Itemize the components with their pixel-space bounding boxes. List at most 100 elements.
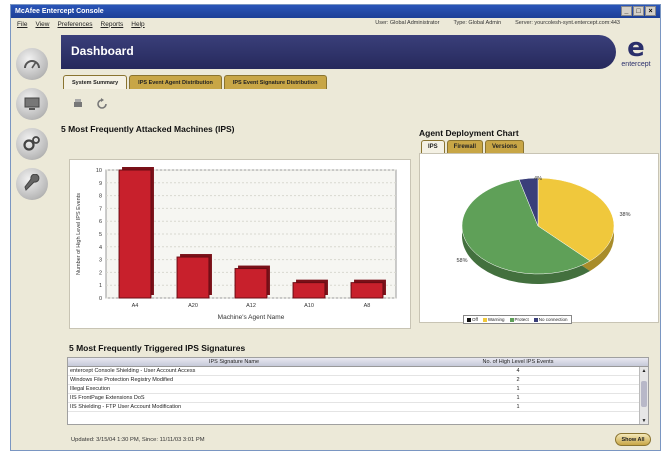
refresh-button[interactable] [95, 97, 109, 111]
menu-reports[interactable]: Reports [97, 21, 128, 28]
y-tick-label: 1 [99, 283, 102, 289]
attacked-machines-title: 5 Most Frequently Attacked Machines (IPS… [61, 124, 235, 134]
y-tick-label: 9 [99, 181, 102, 187]
menu-preferences[interactable]: Preferences [53, 21, 96, 28]
legend-off-swatch [467, 317, 471, 322]
table-row[interactable]: entercept Console Shielding - User Accou… [68, 367, 648, 376]
y-tick-label: 7 [99, 206, 102, 212]
table-row[interactable]: IIS Shielding - FTP User Account Modific… [68, 403, 648, 412]
signatures-title: 5 Most Frequently Triggered IPS Signatur… [69, 343, 246, 353]
y-tick-label: 2 [99, 270, 102, 276]
bar [292, 282, 326, 299]
y-tick-label: 5 [99, 232, 102, 238]
agent-pie-chart: 4% 38% 58% [419, 153, 659, 323]
agent-chart-tabs: IPS Firewall Versions [421, 140, 525, 153]
table-row[interactable]: IIS FrontPage Extensions DoS 1 [68, 394, 648, 403]
tab-ips[interactable]: IPS [421, 140, 445, 153]
y-tick-label: 3 [99, 258, 102, 264]
table-scrollbar[interactable]: ▲ ▼ [639, 367, 648, 424]
legend-no-connection-label: No connection [538, 317, 568, 322]
x-axis-label: Machine's Agent Name [218, 314, 285, 321]
gears-icon [23, 136, 40, 151]
bar-chart-svg: 0 1 2 3 4 5 6 7 8 9 10 A4 A20 A12 A10 A8 Machine's Agent… [76, 167, 397, 321]
left-navigation [11, 30, 55, 450]
table-row[interactable]: Illegal Execution 1 [68, 385, 648, 394]
toolbar [71, 97, 109, 111]
console-window: McAfee Entercept Console _ □ × File View… [10, 4, 661, 451]
x-tick-label: A12 [246, 303, 256, 309]
legend-warning-label: Warning [487, 317, 505, 322]
y-tick-label: 8 [99, 194, 102, 200]
close-button[interactable]: × [645, 6, 656, 16]
signature-name: entercept Console Shielding - User Accou… [70, 368, 196, 374]
entercept-logo: e entercept [611, 33, 660, 75]
y-tick-label: 4 [99, 245, 102, 251]
dashboard-tabs: System Summary IPS Event Agent Distribut… [63, 75, 327, 89]
legend-protect-label: Protect [514, 317, 529, 322]
signature-count: 2 [516, 377, 520, 383]
show-all-button[interactable]: Show All [615, 433, 651, 446]
bar [350, 282, 384, 299]
session-server: Server: yourcolesh-synt.entercept.com:44… [515, 20, 620, 26]
window-title: McAfee Entercept Console [15, 8, 104, 15]
pie-chart-svg: 4% 38% 58% [456, 176, 631, 284]
scroll-thumb[interactable] [641, 381, 647, 407]
table-header: IPS Signature Name No. of High Level IPS… [68, 358, 648, 367]
menu-help[interactable]: Help [127, 21, 148, 28]
logo-text: entercept [621, 61, 651, 68]
bar [118, 169, 152, 299]
menu-bar: File View Preferences Reports Help User:… [11, 18, 660, 30]
gauge-icon [24, 60, 40, 69]
print-button[interactable] [71, 97, 85, 111]
scroll-down-icon[interactable]: ▼ [641, 418, 647, 424]
pie-percent-label: 38% [619, 212, 630, 218]
y-axis-label: Number of High Level IPS Events [76, 193, 82, 275]
x-tick-label: A8 [364, 303, 371, 309]
attacked-machines-chart: 0 1 2 3 4 5 6 7 8 9 10 A4 A20 A12 A10 A8 Machine's Agent… [69, 159, 411, 329]
signature-count: 1 [516, 386, 520, 392]
page-title: Dashboard [71, 44, 134, 58]
y-tick-label: 10 [96, 168, 102, 174]
maximize-button[interactable]: □ [633, 6, 644, 16]
signature-name: IIS FrontPage Extensions DoS [70, 395, 145, 401]
x-tick-label: A10 [304, 303, 314, 309]
computer-icon [24, 97, 40, 110]
menu-file[interactable]: File [13, 21, 31, 28]
bar [176, 256, 210, 299]
signature-count: 4 [516, 368, 520, 374]
table-row[interactable]: Windows File Protection Registry Modifie… [68, 376, 648, 385]
menu-view[interactable]: View [31, 21, 53, 28]
x-tick-label: A20 [188, 303, 198, 309]
legend-off: Off [467, 317, 478, 322]
title-bar: McAfee Entercept Console _ □ × [11, 5, 660, 18]
tab-firewall[interactable]: Firewall [446, 140, 484, 153]
signature-count: 1 [516, 395, 520, 401]
signatures-table: IPS Signature Name No. of High Level IPS… [67, 357, 649, 425]
tools-nav-button[interactable] [16, 168, 48, 200]
policies-nav-button[interactable] [16, 128, 48, 160]
session-type: Type: Global Admin [453, 20, 502, 26]
bar [234, 268, 268, 299]
window-controls: _ □ × [621, 6, 656, 16]
agents-nav-button[interactable] [16, 88, 48, 120]
legend-no-connection: No connection [533, 317, 568, 322]
wrench-icon [24, 174, 40, 191]
legend-protect-swatch [509, 317, 514, 322]
signature-name: IIS Shielding - FTP User Account Modific… [70, 404, 182, 410]
updated-status: Updated: 3/15/04 1:30 PM, Since: 11/11/0… [71, 437, 205, 443]
session-info: User: Global Administrator Type: Global … [375, 20, 620, 26]
print-icon [74, 99, 82, 107]
logo-mark: e [627, 33, 645, 63]
minimize-button[interactable]: _ [621, 6, 632, 16]
column-header-signature[interactable]: IPS Signature Name [68, 358, 398, 366]
tab-versions[interactable]: Versions [485, 140, 525, 153]
tab-ips-event-agent-distribution[interactable]: IPS Event Agent Distribution [129, 75, 222, 89]
dashboard-nav-button[interactable] [16, 48, 48, 80]
y-tick-label: 0 [99, 296, 102, 302]
y-tick-label: 6 [99, 219, 102, 225]
tab-system-summary[interactable]: System Summary [63, 75, 128, 89]
tab-ips-event-signature-distribution[interactable]: IPS Event Signature Distribution [223, 75, 327, 89]
scroll-up-icon[interactable]: ▲ [641, 368, 647, 374]
pie-percent-label: 4% [534, 176, 542, 182]
column-header-count[interactable]: No. of High Level IPS Events [398, 358, 638, 366]
